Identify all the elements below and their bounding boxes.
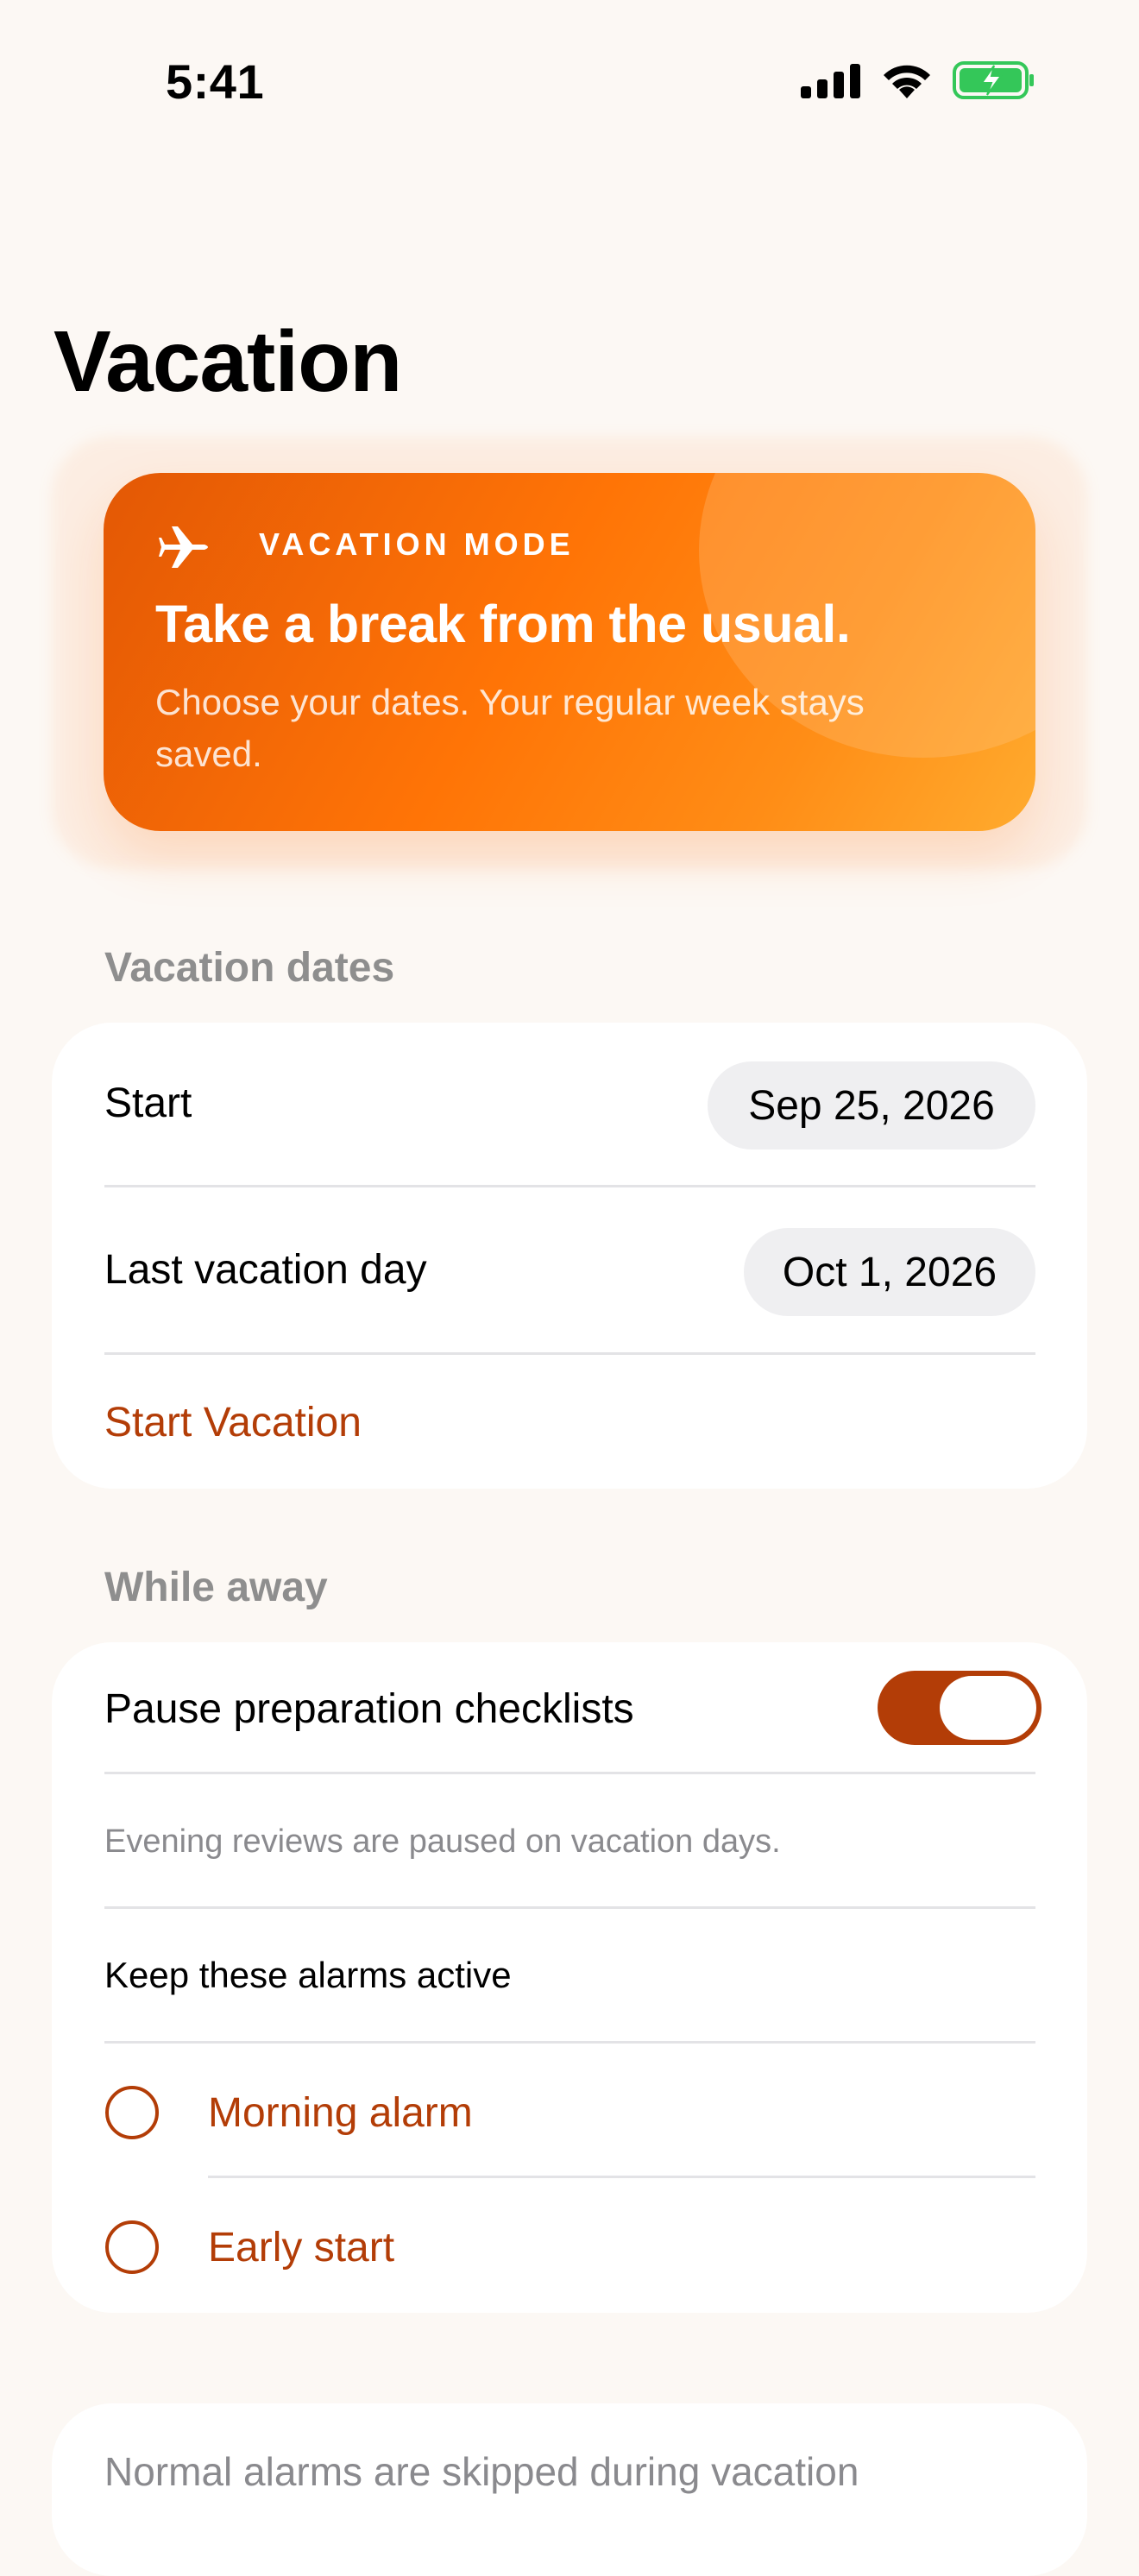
divider xyxy=(208,2176,1035,2178)
wifi-icon xyxy=(884,65,930,98)
status-time: 5:41 xyxy=(166,54,265,109)
last-vacation-day-label: Last vacation day xyxy=(104,1247,427,1293)
start-date-picker[interactable]: Sep 25, 2026 xyxy=(708,1061,1035,1149)
footer-note: Normal alarms are skipped during vacatio… xyxy=(104,2449,859,2494)
hero-headline: Take a break from the usual. xyxy=(155,595,851,653)
morning-alarm-label[interactable]: Morning alarm xyxy=(208,2089,473,2137)
toggle-knob xyxy=(940,1676,1036,1740)
footer-info-card: Normal alarms are skipped during vacatio… xyxy=(52,2403,1087,2576)
radio-morning-alarm[interactable] xyxy=(105,2086,159,2139)
hero-subtitle: Choose your dates. Your regular week sta… xyxy=(155,682,865,774)
divider xyxy=(104,1352,1035,1355)
vacation-dates-card: Start Sep 25, 2026 Last vacation day Oct… xyxy=(52,1023,1087,1489)
section-header-while-away: While away xyxy=(104,1565,328,1610)
battery-charging-icon xyxy=(953,61,1034,99)
pause-checklists-toggle[interactable] xyxy=(878,1671,1041,1745)
vacation-mode-hero-card: VACATION MODE Take a break from the usua… xyxy=(104,473,1035,831)
page-title: Vacation xyxy=(53,313,402,410)
radio-early-start[interactable] xyxy=(105,2220,159,2274)
early-start-label[interactable]: Early start xyxy=(208,2224,394,2271)
evening-review-note: Evening reviews are paused on vacation d… xyxy=(104,1823,781,1860)
alarms-subheader: Keep these alarms active xyxy=(104,1955,512,1995)
status-icons xyxy=(801,60,1035,100)
divider xyxy=(104,1906,1035,1909)
section-header-vacation-dates: Vacation dates xyxy=(104,945,395,991)
cellular-signal-icon xyxy=(801,64,860,98)
divider xyxy=(104,1185,1035,1187)
pause-checklists-label: Pause preparation checklists xyxy=(104,1686,634,1732)
start-label: Start xyxy=(104,1080,192,1126)
divider xyxy=(104,2041,1035,2044)
airplane-icon xyxy=(159,526,208,568)
start-vacation-button[interactable]: Start Vacation xyxy=(104,1399,362,1446)
divider xyxy=(104,1772,1035,1774)
hero-eyebrow: VACATION MODE xyxy=(259,526,575,562)
last-vacation-day-picker[interactable]: Oct 1, 2026 xyxy=(744,1228,1035,1316)
